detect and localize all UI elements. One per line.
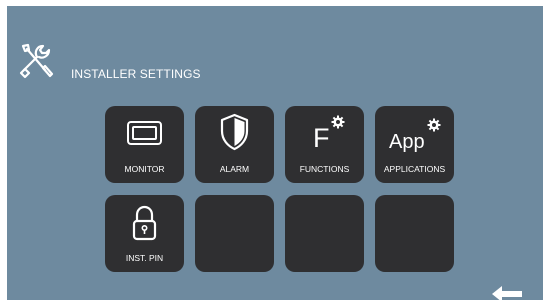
tile-empty-3[interactable]: [375, 195, 454, 272]
tile-label-inst-pin: INST. PIN: [125, 253, 164, 263]
tile-label-functions: FUNCTIONS: [299, 164, 350, 174]
app-glyph: App: [389, 131, 425, 153]
back-arrow-icon[interactable]: [488, 284, 524, 300]
app-gear-icon: App: [375, 106, 454, 162]
tile-functions[interactable]: F FUNCTIONS: [285, 106, 364, 183]
tile-alarm[interactable]: ALARM: [195, 106, 274, 183]
tile-label-applications: APPLICATIONS: [383, 164, 446, 174]
gear-icon: [331, 115, 345, 129]
gear-icon: [427, 118, 441, 132]
installer-settings-screen: INSTALLER SETTINGS MONITOR ALARM F FUNCT…: [7, 6, 543, 300]
tile-monitor[interactable]: MONITOR: [105, 106, 184, 183]
tile-applications[interactable]: App APPLICATIONS: [375, 106, 454, 183]
shield-icon: [220, 113, 249, 151]
tile-empty-2[interactable]: [285, 195, 364, 272]
tile-empty-1[interactable]: [195, 195, 274, 272]
functions-gear-icon: F: [285, 106, 364, 162]
padlock-icon: [132, 205, 157, 241]
tile-label-monitor: MONITOR: [124, 164, 165, 174]
monitor-icon: [127, 121, 162, 145]
tools-icon: [19, 43, 54, 79]
header: INSTALLER SETTINGS: [15, 40, 201, 82]
functions-glyph: F: [313, 123, 330, 153]
tile-inst-pin[interactable]: INST. PIN: [105, 195, 184, 272]
tile-label-alarm: ALARM: [219, 164, 250, 174]
page-title: INSTALLER SETTINGS: [71, 67, 201, 81]
